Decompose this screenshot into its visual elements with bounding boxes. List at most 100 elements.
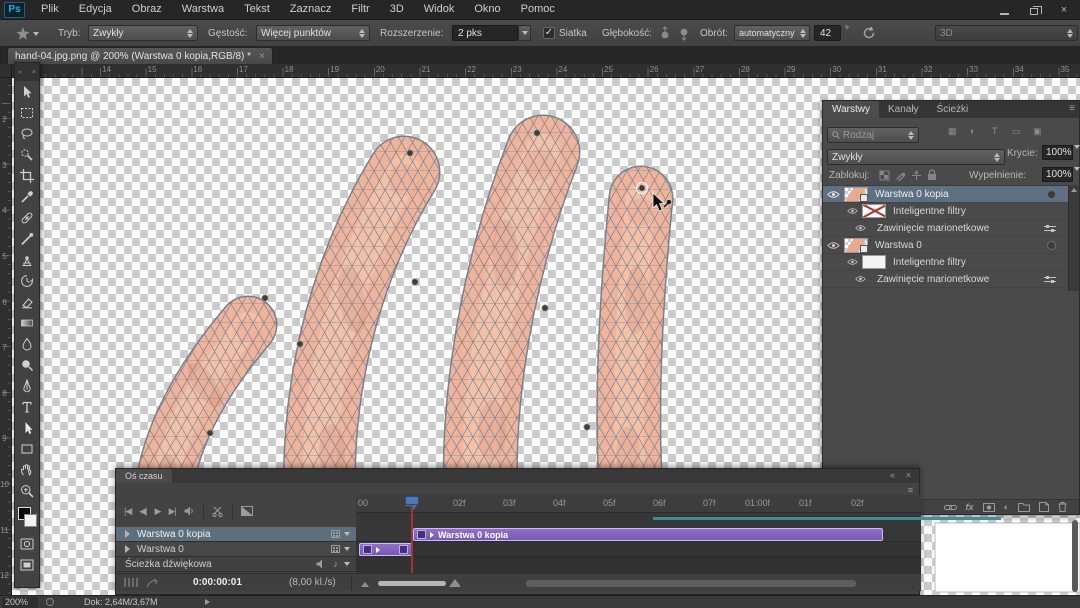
menu-item-filtr[interactable]: Filtr xyxy=(341,0,379,19)
expand-arrow-icon[interactable] xyxy=(125,545,130,553)
filter-type-dropdown[interactable]: Rodzaj xyxy=(827,127,919,143)
menu-item-plik[interactable]: Plik xyxy=(31,0,69,19)
layer-thumbnail[interactable] xyxy=(844,238,868,253)
layer-name[interactable]: Warstwa 0 xyxy=(875,240,922,251)
lock-all-icon[interactable] xyxy=(927,169,937,181)
tool-preset-arrow[interactable] xyxy=(33,32,39,36)
color-swatches[interactable] xyxy=(15,503,39,533)
clip-warstwa-0[interactable] xyxy=(359,543,412,556)
menu-item-zaznacz[interactable]: Zaznacz xyxy=(280,0,342,19)
timeline-zoom-slider[interactable] xyxy=(378,581,446,586)
menu-item-pomoc[interactable]: Pomoc xyxy=(511,0,565,19)
expansion-input[interactable]: 2 pks xyxy=(452,25,518,41)
filter-shape-icon[interactable]: ▭ xyxy=(1012,126,1021,137)
add-layer-mask-icon[interactable] xyxy=(983,503,995,512)
tab-close-icon[interactable]: × xyxy=(259,51,265,62)
filter-mask-thumbnail[interactable] xyxy=(862,255,886,269)
filter-name[interactable]: Zawinięcie marionetkowe xyxy=(877,274,989,285)
tab-kanaly[interactable]: Kanały xyxy=(879,101,928,118)
smart-filters-label[interactable]: Inteligentne filtry xyxy=(893,257,966,268)
document-tab[interactable]: hand-04.jpg.png @ 200% (Warstwa 0 kopia,… xyxy=(7,47,273,64)
lasso-tool[interactable] xyxy=(15,123,39,144)
restore-button[interactable] xyxy=(1022,2,1046,17)
menu-item-warstwa[interactable]: Warstwa xyxy=(172,0,234,19)
visibility-eye-icon[interactable] xyxy=(847,207,858,215)
panel-menu-icon[interactable]: ≡ xyxy=(1069,103,1075,114)
filter-smart-icon[interactable]: ▣ xyxy=(1033,126,1042,137)
play-button[interactable]: ▶ xyxy=(155,506,161,517)
track-header-audio[interactable]: Ścieżka dźwiękowa ♪ xyxy=(116,557,356,572)
render-arrow-icon[interactable] xyxy=(146,578,159,588)
dodge-tool[interactable] xyxy=(15,354,39,375)
visibility-eye-icon[interactable] xyxy=(827,241,840,250)
spot-healing-tool[interactable] xyxy=(15,207,39,228)
blend-mode-dropdown[interactable]: Zwykły xyxy=(827,149,1005,165)
visibility-eye-icon[interactable] xyxy=(847,258,858,266)
quick-selection-tool[interactable] xyxy=(15,144,39,165)
hand-tool[interactable] xyxy=(15,459,39,480)
eraser-tool[interactable] xyxy=(15,291,39,312)
timeline-horizontal-scrollbar[interactable] xyxy=(526,580,856,587)
type-tool[interactable] xyxy=(15,396,39,417)
filter-name[interactable]: Zawinięcie marionetkowe xyxy=(877,223,989,234)
tab-sciezki[interactable]: Ścieżki xyxy=(928,101,978,118)
menu-item-obraz[interactable]: Obraz xyxy=(122,0,172,19)
transition-icon[interactable] xyxy=(241,506,253,516)
filter-pixel-icon[interactable]: ▦ xyxy=(948,126,957,137)
mode-dropdown[interactable]: Zwykły xyxy=(88,25,198,41)
lock-position-icon[interactable] xyxy=(911,170,922,181)
zoom-out-icon[interactable] xyxy=(361,582,369,587)
link-layers-icon[interactable] xyxy=(944,504,957,511)
mute-audio-icon[interactable] xyxy=(184,506,195,516)
expand-arrow-icon[interactable] xyxy=(125,530,130,538)
grid-checkbox[interactable]: ✓ xyxy=(543,27,555,39)
close-icon[interactable]: × xyxy=(32,69,36,76)
smart-filters-row[interactable]: Inteligentne filtry xyxy=(823,203,1070,220)
layer-row-warstwa-0[interactable]: Warstwa 0 xyxy=(823,237,1070,254)
clone-stamp-tool[interactable] xyxy=(15,249,39,270)
rectangle-shape-tool[interactable] xyxy=(15,438,39,459)
music-note-icon[interactable]: ♪ xyxy=(333,559,338,570)
reset-rotation-icon[interactable] xyxy=(862,26,876,40)
menu-item-okno[interactable]: Okno xyxy=(464,0,510,19)
status-options-arrow[interactable] xyxy=(205,599,210,605)
visibility-eye-icon[interactable] xyxy=(855,275,866,283)
close-icon[interactable]: × xyxy=(906,470,911,480)
quick-mask-button[interactable] xyxy=(15,533,39,554)
layer-row-warstwa-0-kopia[interactable]: Warstwa 0 kopia xyxy=(823,186,1070,203)
rectangular-marquee-tool[interactable] xyxy=(15,102,39,123)
crop-tool[interactable] xyxy=(15,165,39,186)
audio-speaker-icon[interactable] xyxy=(316,559,327,569)
track-header-warstwa-0[interactable]: Warstwa 0 xyxy=(116,542,356,557)
new-layer-icon[interactable] xyxy=(1039,502,1049,512)
clip-warstwa-0-kopia[interactable]: Warstwa 0 kopia xyxy=(413,528,883,541)
zoom-tool[interactable] xyxy=(15,480,39,501)
smart-filters-label[interactable]: Inteligentne filtry xyxy=(893,206,966,217)
blur-tool[interactable] xyxy=(15,333,39,354)
layer-name[interactable]: Warstwa 0 kopia xyxy=(875,189,949,200)
pen-tool[interactable] xyxy=(15,375,39,396)
pin-depth-up-button[interactable] xyxy=(657,26,672,41)
close-button[interactable]: × xyxy=(1052,2,1076,17)
filter-mask-disabled-thumbnail[interactable] xyxy=(862,204,886,218)
filter-blend-options-icon[interactable] xyxy=(1044,224,1056,233)
previous-frame-button[interactable]: ◀| xyxy=(139,506,146,517)
screen-mode-button[interactable] xyxy=(15,554,39,575)
new-adjustment-layer-icon[interactable]: ◐ xyxy=(1004,502,1009,512)
zoom-in-icon[interactable] xyxy=(449,579,461,587)
track-header-warstwa-0-kopia[interactable]: Warstwa 0 kopia xyxy=(116,527,356,542)
minimize-button[interactable] xyxy=(992,2,1016,17)
history-brush-tool[interactable] xyxy=(15,270,39,291)
tools-panel-header[interactable]: «× xyxy=(15,63,39,81)
go-to-first-frame-button[interactable]: |◀ xyxy=(124,506,131,517)
new-group-icon[interactable] xyxy=(1018,503,1030,512)
menu-item-widok[interactable]: Widok xyxy=(414,0,465,19)
workspace-dropdown[interactable]: 3D xyxy=(935,25,1078,41)
density-dropdown[interactable]: Więcej punktów xyxy=(256,25,370,41)
puppet-warp-filter-row[interactable]: Zawinięcie marionetkowe xyxy=(823,271,1070,288)
zoom-level-field[interactable]: 200% xyxy=(2,597,38,608)
next-frame-button[interactable]: ▶| xyxy=(168,506,175,517)
frame-options-icon[interactable] xyxy=(331,545,340,553)
menu-item-tekst[interactable]: Tekst xyxy=(234,0,280,19)
collapse-icon[interactable]: « xyxy=(890,470,895,480)
